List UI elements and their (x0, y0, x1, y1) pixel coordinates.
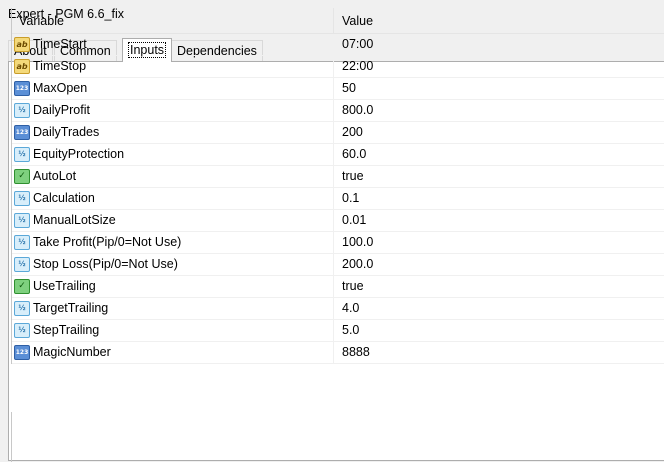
variable-cell[interactable]: ab TimeStop (12, 56, 334, 77)
variable-cell[interactable]: ✓ UseTrailing (12, 276, 334, 297)
integer-type-icon: 123 (14, 345, 30, 360)
variable-cell[interactable]: ½ EquityProtection (12, 144, 334, 165)
table-row[interactable]: ab TimeStop 22:00 (12, 56, 664, 78)
table-header: Variable Value (12, 8, 664, 34)
value-cell[interactable]: 200 (334, 122, 363, 143)
value-cell[interactable]: 0.1 (334, 188, 359, 209)
variable-name: MagicNumber (33, 345, 111, 359)
table-row[interactable]: ½ StepTrailing 5.0 (12, 320, 664, 342)
table-row[interactable]: ½ DailyProfit 800.0 (12, 100, 664, 122)
tab-inputs[interactable]: Inputs (122, 38, 173, 62)
variable-name: UseTrailing (33, 279, 96, 293)
column-header-variable[interactable]: Variable (12, 8, 334, 33)
variable-name: AutoLot (33, 169, 77, 183)
double-type-icon: ½ (14, 257, 30, 272)
value-cell[interactable]: 800.0 (334, 100, 373, 121)
variable-name: TimeStop (33, 59, 87, 73)
boolean-type-icon: ✓ (14, 169, 30, 184)
variable-name: DailyTrades (33, 125, 100, 139)
value-cell[interactable]: 100.0 (334, 232, 373, 253)
table-row[interactable]: 123 MaxOpen 50 (12, 78, 664, 100)
value-cell[interactable]: 22:00 (334, 56, 373, 77)
double-type-icon: ½ (14, 323, 30, 338)
variable-cell[interactable]: ½ Stop Loss(Pip/0=Not Use) (12, 254, 334, 275)
variable-name: Calculation (33, 191, 95, 205)
variable-name: EquityProtection (33, 147, 125, 161)
variable-name: Take Profit(Pip/0=Not Use) (33, 235, 182, 249)
variable-name: MaxOpen (33, 81, 88, 95)
value-cell[interactable]: true (334, 166, 364, 187)
table-row[interactable]: ½ ManualLotSize 0.01 (12, 210, 664, 232)
variable-name: Stop Loss(Pip/0=Not Use) (33, 257, 178, 271)
table-row[interactable]: ✓ AutoLot true (12, 166, 664, 188)
table-row[interactable]: ✓ UseTrailing true (12, 276, 664, 298)
string-type-icon: ab (14, 37, 30, 52)
variable-cell[interactable]: ½ StepTrailing (12, 320, 334, 341)
double-type-icon: ½ (14, 103, 30, 118)
double-type-icon: ½ (14, 301, 30, 316)
variable-cell[interactable]: ✓ AutoLot (12, 166, 334, 187)
integer-type-icon: 123 (14, 125, 30, 140)
value-cell[interactable]: 0.01 (334, 210, 366, 231)
value-cell[interactable]: 200.0 (334, 254, 373, 275)
column-header-value[interactable]: Value (334, 8, 373, 33)
table-row[interactable]: ab TimeStart 07:00 (12, 34, 664, 56)
variable-name: StepTrailing (33, 323, 100, 337)
value-cell[interactable]: 4.0 (334, 298, 359, 319)
variable-cell[interactable]: ½ Take Profit(Pip/0=Not Use) (12, 232, 334, 253)
table-row[interactable]: 123 DailyTrades 200 (12, 122, 664, 144)
double-type-icon: ½ (14, 147, 30, 162)
variable-cell[interactable]: ab TimeStart (12, 34, 334, 55)
inputs-table: Variable Value ab TimeStart 07:00 ab TimeSto… (11, 8, 664, 364)
table-row[interactable]: ½ Calculation 0.1 (12, 188, 664, 210)
value-cell[interactable]: 50 (334, 78, 356, 99)
value-cell[interactable]: 5.0 (334, 320, 359, 341)
table-body: ab TimeStart 07:00 ab TimeStop 22:00 123 MaxOpe… (12, 34, 664, 364)
boolean-type-icon: ✓ (14, 279, 30, 294)
value-cell[interactable]: true (334, 276, 364, 297)
variable-cell[interactable]: ½ ManualLotSize (12, 210, 334, 231)
variable-cell[interactable]: 123 MaxOpen (12, 78, 334, 99)
double-type-icon: ½ (14, 213, 30, 228)
table-row[interactable]: ½ Stop Loss(Pip/0=Not Use) 200.0 (12, 254, 664, 276)
tab-inputs-label: Inputs (128, 42, 167, 58)
variable-name: TimeStart (33, 37, 87, 51)
variable-cell[interactable]: ½ Calculation (12, 188, 334, 209)
variable-name: TargetTrailing (33, 301, 109, 315)
double-type-icon: ½ (14, 191, 30, 206)
value-cell[interactable]: 60.0 (334, 144, 366, 165)
value-cell[interactable]: 07:00 (334, 34, 373, 55)
string-type-icon: ab (14, 59, 30, 74)
variable-cell[interactable]: 123 DailyTrades (12, 122, 334, 143)
table-row[interactable]: ½ TargetTrailing 4.0 (12, 298, 664, 320)
value-cell[interactable]: 8888 (334, 342, 370, 363)
integer-type-icon: 123 (14, 81, 30, 96)
variable-cell[interactable]: ½ TargetTrailing (12, 298, 334, 319)
variable-cell[interactable]: 123 MagicNumber (12, 342, 334, 363)
variable-name: ManualLotSize (33, 213, 116, 227)
table-empty-area (11, 412, 664, 462)
double-type-icon: ½ (14, 235, 30, 250)
table-row[interactable]: 123 MagicNumber 8888 (12, 342, 664, 364)
table-row[interactable]: ½ EquityProtection 60.0 (12, 144, 664, 166)
variable-cell[interactable]: ½ DailyProfit (12, 100, 334, 121)
variable-name: DailyProfit (33, 103, 90, 117)
table-row[interactable]: ½ Take Profit(Pip/0=Not Use) 100.0 (12, 232, 664, 254)
